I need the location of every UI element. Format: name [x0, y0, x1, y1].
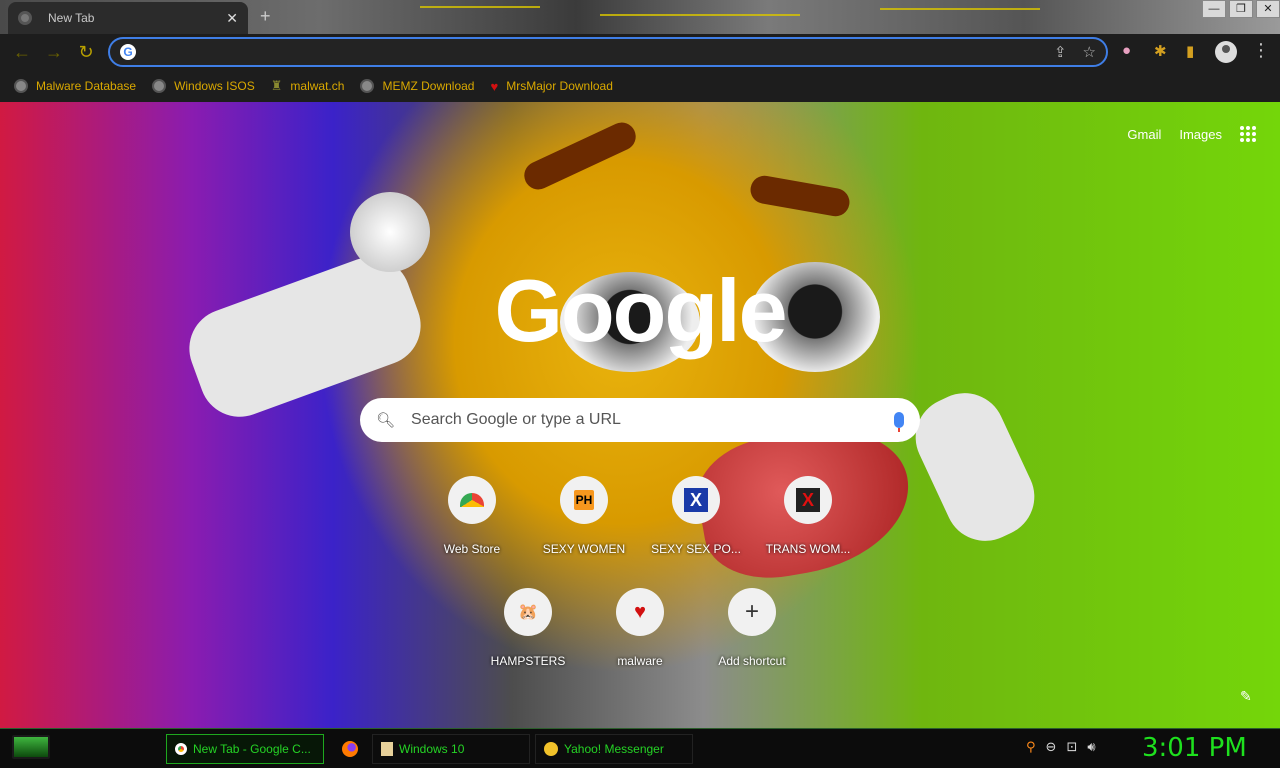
- gmail-link[interactable]: Gmail: [1127, 127, 1161, 142]
- ntp-search-box[interactable]: 🔍︎ Search Google or type a URL: [360, 398, 920, 442]
- search-tray-icon[interactable]: ⚲: [1026, 739, 1036, 755]
- bookmark-malware-database[interactable]: Malware Database: [14, 79, 136, 93]
- address-input[interactable]: [144, 44, 1054, 60]
- tab-title: New Tab: [48, 11, 95, 25]
- shortcut-label: HAMPSTERS: [490, 654, 566, 668]
- taskbar: New Tab - Google C... Windows 10 Yahoo! …: [0, 728, 1280, 768]
- ntp-top-links: Gmail Images: [1127, 126, 1280, 142]
- x-red-logo-icon: X: [784, 476, 832, 524]
- new-tab-page: Gmail Images Google 🔍︎ Search Google or …: [0, 102, 1280, 728]
- minimize-button[interactable]: —: [1202, 0, 1226, 18]
- heart-icon: ♥: [616, 588, 664, 636]
- wallpaper-streak: [420, 6, 540, 8]
- taskbar-clock[interactable]: 3:01 PM: [1142, 733, 1247, 763]
- bookmark-label: Windows ISOS: [174, 79, 255, 93]
- voice-search-icon[interactable]: [894, 412, 904, 432]
- system-tray: ⚲ ⊖ ⊡ 🔊︎: [1026, 739, 1096, 755]
- shortcut-label: SEXY WOMEN: [542, 542, 626, 556]
- shortcut-label: malware: [617, 654, 663, 668]
- heart-icon: ♥: [490, 78, 499, 94]
- wallpaper-streak: [600, 14, 800, 16]
- trans-flag-extension-icon[interactable]: ●: [1122, 42, 1131, 59]
- bookmarks-bar: Malware Database Windows ISOS ♜ malwat.c…: [0, 70, 1280, 102]
- shortcut-malware[interactable]: ♥ malware: [584, 588, 696, 668]
- shortcut-label: TRANS WOM...: [765, 542, 851, 556]
- google-apps-grid-icon[interactable]: [1240, 126, 1256, 142]
- tower-icon: ♜: [270, 78, 283, 93]
- chrome-favicon-icon: [18, 11, 32, 25]
- folder-icon: [381, 742, 393, 756]
- side-panel-icon[interactable]: ▮: [1186, 42, 1194, 60]
- tab-close-icon[interactable]: ✕: [226, 10, 238, 27]
- reload-button[interactable]: ↻: [70, 42, 102, 63]
- ph-logo-icon: PH: [560, 476, 608, 524]
- taskbar-item-label: Windows 10: [399, 742, 465, 756]
- search-placeholder: Search Google or type a URL: [411, 411, 621, 428]
- search-icon: 🔍︎: [376, 412, 396, 429]
- restore-button[interactable]: ❐: [1229, 0, 1253, 18]
- shortcut-label: SEXY SEX PO...: [651, 542, 741, 556]
- close-window-button[interactable]: ✕: [1256, 0, 1280, 18]
- start-button[interactable]: [12, 735, 50, 759]
- back-button[interactable]: ←: [6, 42, 38, 63]
- bookmark-memz-download[interactable]: MEMZ Download: [360, 79, 474, 93]
- minus-circle-icon[interactable]: ⊖: [1046, 739, 1057, 755]
- shortcut-trans-wom[interactable]: X TRANS WOM...: [752, 476, 864, 556]
- background-hand: [902, 380, 1048, 554]
- background-brow: [748, 173, 852, 219]
- hamster-icon: 🐹: [504, 588, 552, 636]
- window-controls: — ❐ ✕: [1199, 0, 1280, 18]
- add-shortcut-button[interactable]: + Add shortcut: [696, 588, 808, 668]
- customize-pencil-icon[interactable]: ✎: [1240, 688, 1252, 705]
- bookmark-windows-isos[interactable]: Windows ISOS: [152, 79, 255, 93]
- globe-icon: [360, 79, 375, 93]
- shortcut-web-store[interactable]: Web Store: [416, 476, 528, 556]
- taskbar-item-label: Yahoo! Messenger: [564, 742, 664, 756]
- shortcut-sexy-women[interactable]: PH SEXY WOMEN: [528, 476, 640, 556]
- bookmark-mrsmajor-download[interactable]: ♥ MrsMajor Download: [490, 79, 612, 94]
- browser-tab-strip: New Tab ✕ + — ❐ ✕: [0, 0, 1280, 34]
- shortcut-sexy-sex-po[interactable]: X SEXY SEX PO...: [640, 476, 752, 556]
- google-logo: Google: [494, 261, 787, 360]
- chrome-icon: [175, 743, 187, 755]
- taskbar-item-windows-10[interactable]: Windows 10: [372, 734, 530, 764]
- firefox-icon: [342, 741, 358, 757]
- extensions-puzzle-icon[interactable]: ✱: [1154, 42, 1167, 60]
- bookmark-malwatch[interactable]: ♜ malwat.ch: [271, 78, 345, 94]
- google-g-icon: G: [120, 44, 136, 60]
- shortcut-label: Add shortcut: [718, 654, 786, 668]
- network-icon[interactable]: ⊡: [1066, 739, 1077, 755]
- wallpaper-streak: [880, 8, 1040, 10]
- x-blue-logo-icon: X: [672, 476, 720, 524]
- taskbar-item-label: New Tab - Google C...: [193, 742, 311, 756]
- bookmark-label: Malware Database: [36, 79, 137, 93]
- plus-icon: +: [728, 588, 776, 636]
- smiley-icon: [544, 742, 558, 756]
- globe-icon: [152, 79, 167, 93]
- profile-avatar-icon[interactable]: [1215, 41, 1237, 63]
- menu-kebab-icon[interactable]: ⋮: [1252, 40, 1270, 61]
- taskbar-item-firefox[interactable]: [334, 734, 366, 764]
- taskbar-item-yahoo-messenger[interactable]: Yahoo! Messenger: [535, 734, 693, 764]
- globe-icon: [14, 79, 28, 93]
- volume-icon[interactable]: 🔊︎: [1087, 739, 1095, 755]
- bookmark-label: malwat.ch: [290, 79, 345, 93]
- new-tab-button[interactable]: +: [260, 6, 271, 27]
- tab-new-tab[interactable]: New Tab ✕: [8, 2, 248, 34]
- forward-button[interactable]: →: [38, 42, 70, 63]
- images-link[interactable]: Images: [1179, 127, 1222, 142]
- background-brow: [519, 117, 641, 195]
- bookmark-label: MrsMajor Download: [506, 79, 613, 93]
- bookmark-star-icon[interactable]: ☆: [1083, 43, 1096, 61]
- address-bar[interactable]: G ⇪ ☆: [108, 37, 1108, 67]
- shortcut-label: Web Store: [443, 542, 501, 556]
- taskbar-item-chrome[interactable]: New Tab - Google C...: [166, 734, 324, 764]
- browser-toolbar: ← → ↻ G ⇪ ☆ ● ✱ ▮ ⋮: [0, 34, 1280, 70]
- web-store-icon: [448, 476, 496, 524]
- bookmark-label: MEMZ Download: [382, 79, 475, 93]
- share-icon[interactable]: ⇪: [1054, 43, 1067, 61]
- shortcut-hampsters[interactable]: 🐹 HAMPSTERS: [472, 588, 584, 668]
